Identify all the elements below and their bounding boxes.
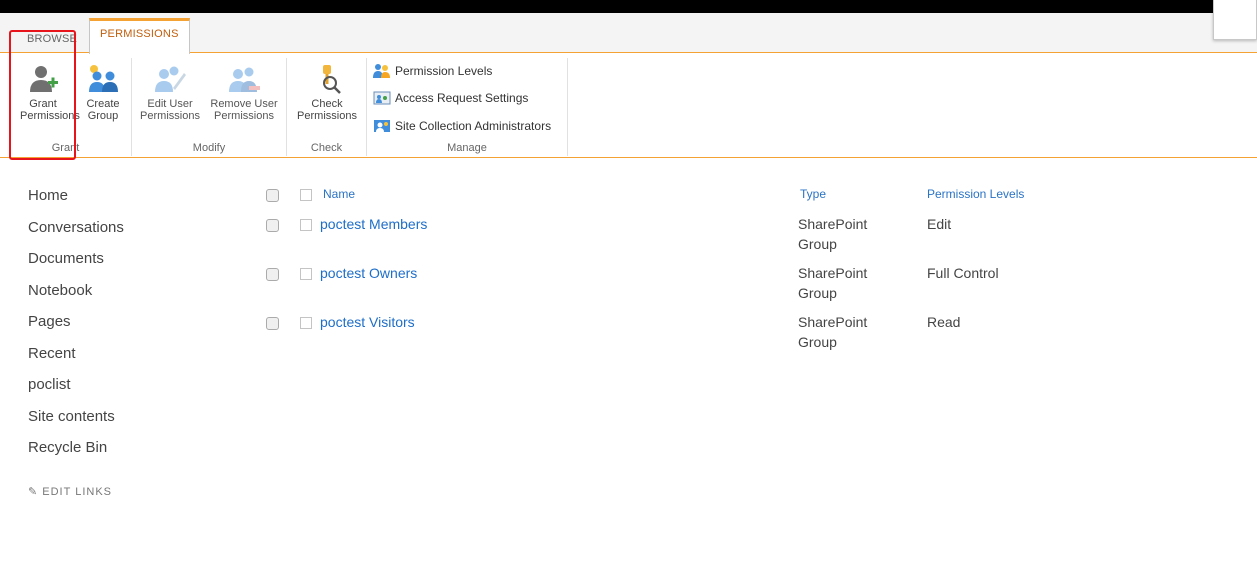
permission-levels-icon bbox=[373, 64, 390, 78]
row-checkbox[interactable] bbox=[266, 317, 279, 330]
permission-levels-label: Permission Levels bbox=[395, 64, 493, 78]
grant-permissions-label: Grant Permissions bbox=[20, 98, 80, 122]
remove-user-permissions-button[interactable]: Remove User Permissions bbox=[206, 64, 282, 122]
ribbon-group-manage: Permission Levels Access Request Setting… bbox=[367, 58, 568, 156]
row-permission-level: Read bbox=[927, 314, 961, 330]
nav-item-pages[interactable]: Pages bbox=[28, 311, 188, 343]
site-collection-administrators-button[interactable]: Site Collection Administrators bbox=[373, 115, 551, 137]
access-request-settings-button[interactable]: Access Request Settings bbox=[373, 87, 528, 109]
group-link-members[interactable]: poctest Members bbox=[320, 216, 427, 232]
check-permissions-label: Check Permissions bbox=[297, 98, 357, 122]
row-type: SharePoint Group bbox=[798, 314, 868, 350]
row-checkbox[interactable] bbox=[266, 219, 279, 232]
row-item-checkbox[interactable] bbox=[300, 317, 312, 329]
left-navigation: Home Conversations Documents Notebook Pa… bbox=[28, 185, 188, 469]
grant-permissions-button[interactable]: Grant Permissions bbox=[20, 64, 80, 122]
site-collection-administrators-label: Site Collection Administrators bbox=[395, 119, 552, 133]
nav-item-poclist[interactable]: poclist bbox=[28, 374, 188, 406]
site-admins-icon bbox=[374, 120, 390, 132]
row-type: SharePoint Group bbox=[798, 265, 868, 301]
suite-bar bbox=[0, 0, 1257, 13]
nav-item-recent[interactable]: Recent bbox=[28, 343, 188, 375]
group-link-owners[interactable]: poctest Owners bbox=[320, 265, 417, 281]
nav-item-documents[interactable]: Documents bbox=[28, 248, 188, 280]
ribbon-group-label-grant: Grant bbox=[51, 142, 80, 154]
nav-item-recycle-bin[interactable]: Recycle Bin bbox=[28, 437, 188, 469]
ribbon-group-modify: Edit User Permissions Remove User Permis… bbox=[132, 58, 287, 156]
edit-links-label: EDIT LINKS bbox=[42, 486, 112, 495]
ribbon-tab-row: BROWSE PERMISSIONS bbox=[0, 13, 1257, 54]
row-item-checkbox[interactable] bbox=[300, 268, 312, 280]
column-header-type[interactable]: Type bbox=[800, 187, 826, 201]
nav-item-notebook[interactable]: Notebook bbox=[28, 280, 188, 312]
select-all-item-checkbox[interactable] bbox=[300, 189, 312, 201]
create-group-button[interactable]: Create Group bbox=[80, 64, 126, 122]
access-request-icon bbox=[373, 91, 391, 105]
select-all-checkbox[interactable] bbox=[266, 189, 279, 202]
nav-item-conversations[interactable]: Conversations bbox=[28, 217, 188, 249]
group-link-visitors[interactable]: poctest Visitors bbox=[320, 314, 415, 330]
grant-user-icon bbox=[30, 66, 58, 92]
tab-permissions[interactable]: PERMISSIONS bbox=[89, 18, 190, 54]
column-header-permission-levels[interactable]: Permission Levels bbox=[927, 187, 1024, 201]
create-group-icon bbox=[89, 65, 118, 92]
check-permissions-icon bbox=[323, 65, 341, 94]
permission-levels-button[interactable]: Permission Levels bbox=[373, 60, 492, 82]
ribbon-group-check: Check Permissions Check bbox=[287, 58, 367, 156]
create-group-label: Create Group bbox=[86, 98, 120, 122]
nav-item-site-contents[interactable]: Site contents bbox=[28, 406, 188, 438]
column-header-name[interactable]: Name bbox=[323, 187, 355, 201]
nav-item-home[interactable]: Home bbox=[28, 185, 188, 217]
access-request-settings-label: Access Request Settings bbox=[395, 91, 529, 105]
ribbon-group-label-manage: Manage bbox=[447, 142, 487, 154]
check-permissions-button[interactable]: Check Permissions bbox=[293, 64, 361, 122]
row-type: SharePoint Group bbox=[798, 216, 868, 252]
row-permission-level: Edit bbox=[927, 216, 952, 232]
ribbon-group-grant: Grant Permissions Create Group Grant bbox=[0, 58, 132, 156]
edit-user-permissions-button[interactable]: Edit User Permissions bbox=[140, 64, 200, 122]
edit-user-icon bbox=[155, 66, 186, 92]
remove-user-icon bbox=[229, 67, 260, 92]
ribbon: Grant Permissions Create Group Grant Edi… bbox=[0, 54, 1257, 158]
row-checkbox[interactable] bbox=[266, 268, 279, 281]
remove-user-permissions-label: Remove User Permissions bbox=[210, 98, 278, 122]
ribbon-group-label-modify: Modify bbox=[192, 142, 226, 154]
tab-browse[interactable]: BROWSE bbox=[19, 30, 85, 52]
row-item-checkbox[interactable] bbox=[300, 219, 312, 231]
edit-links-link[interactable]: ✎ EDIT LINKS bbox=[28, 485, 112, 495]
ribbon-group-label-check: Check bbox=[310, 142, 343, 154]
flyout-panel bbox=[1213, 0, 1257, 40]
row-permission-level: Full Control bbox=[927, 265, 999, 281]
edit-user-permissions-label: Edit User Permissions bbox=[140, 98, 200, 122]
